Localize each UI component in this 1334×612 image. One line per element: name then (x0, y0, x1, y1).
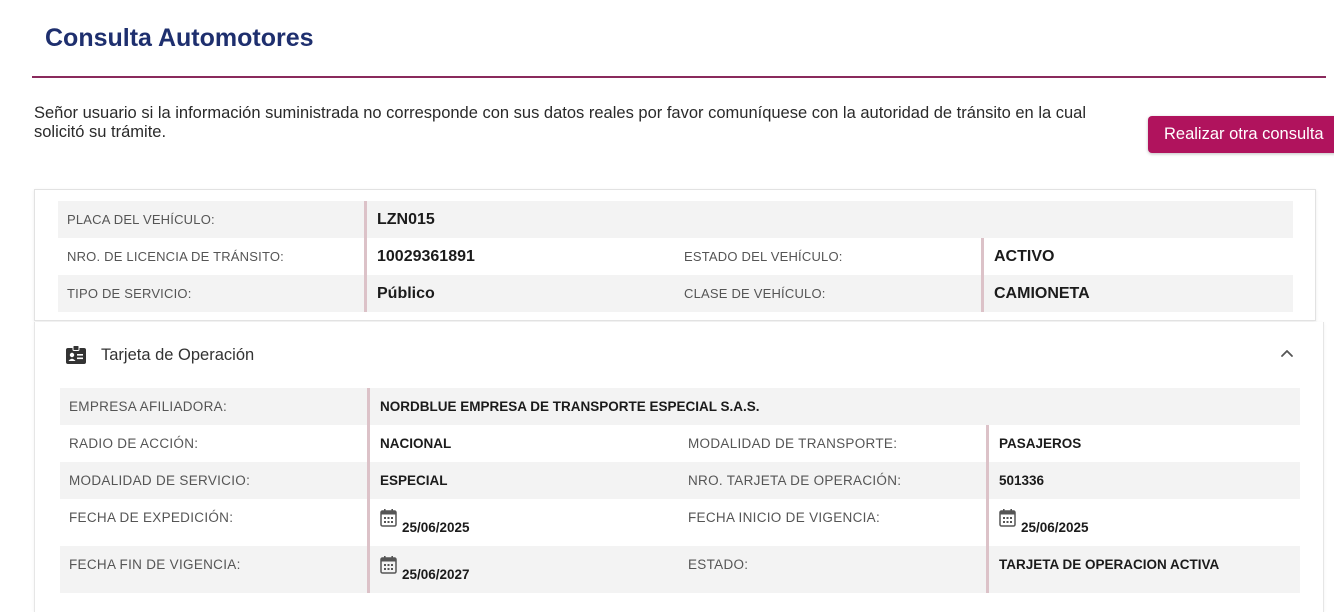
modalidad-servicio-label: MODALIDAD DE SERVICIO: (69, 473, 251, 488)
modalidad-transporte-value: PASAJEROS (986, 425, 1300, 462)
fecha-expedicion-value: 25/06/2025 (367, 499, 667, 546)
table-row: RADIO DE ACCIÓN: NACIONAL MODALIDAD DE T… (60, 425, 1300, 462)
table-row: NRO. DE LICENCIA DE TRÁNSITO: 1002936189… (58, 238, 1293, 275)
fecha-expedicion-date: 25/06/2025 (402, 520, 470, 535)
calendar-icon (380, 555, 397, 575)
table-row: EMPRESA AFILIADORA: NORDBLUE EMPRESA DE … (60, 388, 1300, 425)
vehicle-info-card: PLACA DEL VEHÍCULO: LZN015 NRO. DE LICEN… (34, 189, 1316, 321)
section-title: Tarjeta de Operación (101, 345, 255, 364)
fecha-fin-value: 25/06/2027 (367, 546, 667, 593)
calendar-icon (999, 508, 1016, 528)
licencia-value: 10029361891 (364, 238, 664, 275)
empresa-value: NORDBLUE EMPRESA DE TRANSPORTE ESPECIAL … (367, 388, 1300, 425)
radio-accion-label: RADIO DE ACCIÓN: (69, 436, 199, 451)
title-divider (32, 76, 1326, 78)
estado-tarjeta-value: TARJETA DE OPERACION ACTIVA (986, 546, 1300, 593)
calendar-icon (380, 508, 397, 528)
fecha-inicio-label: FECHA INICIO DE VIGENCIA: (688, 510, 881, 525)
page-title: Consulta Automotores (45, 24, 314, 52)
clase-vehiculo-label: CLASE DE VEHÍCULO: (684, 286, 826, 301)
modalidad-transporte-label: MODALIDAD DE TRANSPORTE: (688, 436, 898, 451)
fecha-inicio-value: 25/06/2025 (986, 499, 1300, 546)
placa-label: PLACA DEL VEHÍCULO: (67, 212, 215, 227)
empresa-label: EMPRESA AFILIADORA: (69, 399, 227, 414)
new-query-button[interactable]: Realizar otra consulta (1148, 116, 1334, 153)
table-row: PLACA DEL VEHÍCULO: LZN015 (58, 201, 1293, 238)
fecha-fin-date: 25/06/2027 (402, 567, 470, 582)
radio-accion-value: NACIONAL (367, 425, 667, 462)
tipo-servicio-value: Público (364, 275, 674, 312)
licencia-label: NRO. DE LICENCIA DE TRÁNSITO: (67, 249, 284, 264)
fecha-fin-label: FECHA FIN DE VIGENCIA: (69, 557, 241, 572)
table-row: FECHA FIN DE VIGENCIA: 25/06/2027 ESTADO… (60, 546, 1300, 593)
nro-tarjeta-value: 501336 (986, 462, 1300, 499)
id-card-icon (65, 345, 87, 365)
table-row: FECHA DE EXPEDICIÓN: 25/06/2025 FECHA IN… (60, 499, 1300, 546)
clase-vehiculo-value: CAMIONETA (981, 275, 1293, 312)
table-row: TIPO DE SERVICIO: Público CLASE DE VEHÍC… (58, 275, 1293, 312)
estado-vehiculo-value: ACTIVO (981, 238, 1293, 275)
operation-card-section: Tarjeta de Operación EMPRESA AFILIADORA:… (34, 322, 1324, 612)
notice-text: Señor usuario si la información suminist… (34, 104, 1087, 141)
fecha-expedicion-label: FECHA DE EXPEDICIÓN: (69, 510, 234, 525)
nro-tarjeta-label: NRO. TARJETA DE OPERACIÓN: (688, 473, 902, 488)
tipo-servicio-label: TIPO DE SERVICIO: (67, 286, 192, 301)
estado-vehiculo-label: ESTADO DEL VEHÍCULO: (684, 249, 843, 264)
section-header[interactable]: Tarjeta de Operación (65, 342, 254, 368)
estado-tarjeta-label: ESTADO: (688, 557, 749, 572)
chevron-up-icon[interactable] (1277, 344, 1297, 364)
modalidad-servicio-value: ESPECIAL (367, 462, 677, 499)
fecha-inicio-date: 25/06/2025 (1021, 520, 1089, 535)
table-row: MODALIDAD DE SERVICIO: ESPECIAL NRO. TAR… (60, 462, 1300, 499)
placa-value: LZN015 (364, 201, 1293, 238)
